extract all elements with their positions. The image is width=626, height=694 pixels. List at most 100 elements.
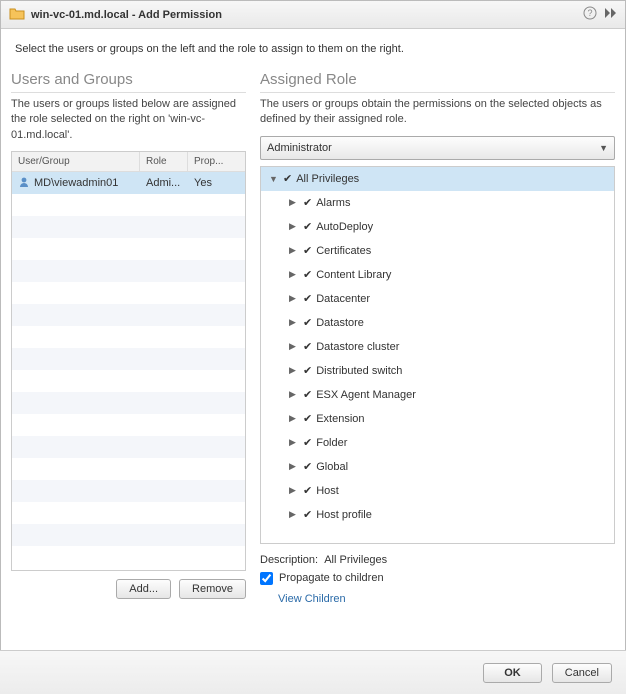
folder-icon [9, 6, 25, 23]
tree-item-label: Certificates [316, 245, 371, 257]
tree-item[interactable]: ▶✔ Folder [261, 431, 614, 455]
cell-role [140, 312, 188, 318]
users-groups-desc: The users or groups listed below are ass… [11, 97, 246, 143]
cell-role [140, 444, 188, 450]
forward-icon[interactable] [603, 6, 617, 23]
tree-item[interactable]: ▶✔ Certificates [261, 239, 614, 263]
cell-role [140, 422, 188, 428]
tree-item[interactable]: ▶✔ Datacenter [261, 287, 614, 311]
title-bar: win-vc-01.md.local - Add Permission ? [1, 1, 625, 29]
table-row[interactable] [12, 304, 245, 326]
table-row[interactable] [12, 546, 245, 568]
check-icon: ✔ [303, 508, 312, 521]
expand-icon: ▶ [289, 413, 299, 424]
table-row[interactable] [12, 326, 245, 348]
cancel-button[interactable]: Cancel [552, 663, 612, 683]
expand-icon: ▶ [289, 269, 299, 280]
ok-button[interactable]: OK [483, 663, 542, 683]
view-children-link[interactable]: View Children [278, 593, 346, 605]
cell-prop [188, 334, 245, 340]
assigned-role-desc: The users or groups obtain the permissio… [260, 97, 615, 128]
tree-item[interactable]: ▶ ✔ ESX Agent Manager [261, 383, 614, 407]
table-row[interactable] [12, 216, 245, 238]
cell-role [140, 378, 188, 384]
table-row[interactable] [12, 502, 245, 524]
description-value: All Privileges [324, 554, 387, 566]
expand-icon: ▶ [289, 389, 299, 400]
propagate-checkbox[interactable] [260, 572, 273, 585]
tree-item[interactable]: ▶✔ Distributed switch [261, 359, 614, 383]
expand-icon: ▶ [289, 341, 299, 352]
col-user-group[interactable]: User/Group [12, 152, 140, 171]
tree-item-label: ESX Agent Manager [316, 389, 416, 401]
cell-role [140, 488, 188, 494]
privileges-tree-body[interactable]: ▼✔ All Privileges▶✔ Alarms▶✔ AutoDeploy▶… [261, 167, 614, 543]
cell-prop [188, 356, 245, 362]
cell-role [140, 400, 188, 406]
cell-role [140, 202, 188, 208]
tree-item[interactable]: ▶✔ Alarms [261, 191, 614, 215]
table-row[interactable] [12, 524, 245, 546]
table-row[interactable] [12, 282, 245, 304]
table-row[interactable]: MD\viewadmin01Admi...Yes [12, 172, 245, 194]
cell-role [140, 334, 188, 340]
tree-item-label: Content Library [316, 269, 391, 281]
tree-item-label: Datastore cluster [316, 341, 399, 353]
tree-item[interactable]: ▶✔ Host [261, 479, 614, 503]
tree-root[interactable]: ▼✔ All Privileges [261, 167, 614, 191]
tree-item[interactable]: ▶✔ Global [261, 455, 614, 479]
role-dropdown[interactable]: Administrator ▼ [260, 136, 615, 160]
tree-item-label: Datacenter [316, 293, 370, 305]
expand-icon: ▶ [289, 221, 299, 232]
expand-icon: ▶ [289, 437, 299, 448]
cell-prop [188, 224, 245, 230]
check-icon: ✔ [303, 364, 312, 377]
table-row[interactable] [12, 392, 245, 414]
tree-item[interactable]: ▶✔ Datastore cluster [261, 335, 614, 359]
expand-icon: ▶ [289, 461, 299, 472]
cell-prop [188, 488, 245, 494]
user-icon [18, 176, 30, 191]
cell-role: Admi... [140, 174, 188, 192]
cell-prop [188, 246, 245, 252]
table-header: User/Group Role Prop... [12, 152, 245, 172]
cell-prop [188, 422, 245, 428]
tree-item-label: Distributed switch [316, 365, 402, 377]
tree-item-label: Host [316, 485, 339, 497]
cell-role [140, 246, 188, 252]
table-row[interactable] [12, 238, 245, 260]
check-icon: ✔ [283, 172, 292, 185]
users-table: User/Group Role Prop... MD\viewadmin01Ad… [11, 151, 246, 571]
table-row[interactable] [12, 348, 245, 370]
tree-item-label: Alarms [316, 197, 350, 209]
description-line: Description: All Privileges [260, 554, 615, 566]
col-role[interactable]: Role [140, 152, 188, 171]
check-icon: ✔ [303, 388, 312, 401]
tree-item[interactable]: ▶ ✔ Content Library [261, 263, 614, 287]
users-groups-heading: Users and Groups [11, 71, 246, 93]
cell-prop [188, 378, 245, 384]
privileges-tree: ▼✔ All Privileges▶✔ Alarms▶✔ AutoDeploy▶… [260, 166, 615, 544]
tree-item[interactable]: ▶✔ Datastore [261, 311, 614, 335]
table-row[interactable] [12, 370, 245, 392]
tree-item-label: Datastore [316, 317, 364, 329]
table-row[interactable] [12, 194, 245, 216]
tree-item-label: Extension [316, 413, 364, 425]
col-propagate[interactable]: Prop... [188, 152, 245, 171]
tree-root-label: All Privileges [296, 173, 359, 185]
cell-role [140, 554, 188, 560]
tree-item[interactable]: ▶✔ Extension [261, 407, 614, 431]
tree-item[interactable]: ▶✔ Host profile [261, 503, 614, 527]
cell-prop [188, 400, 245, 406]
tree-item[interactable]: ▶✔ AutoDeploy [261, 215, 614, 239]
table-row[interactable] [12, 414, 245, 436]
help-icon[interactable]: ? [583, 6, 597, 23]
cell-prop [188, 510, 245, 516]
table-row[interactable] [12, 458, 245, 480]
remove-button[interactable]: Remove [179, 579, 246, 599]
add-button[interactable]: Add... [116, 579, 171, 599]
table-row[interactable] [12, 480, 245, 502]
check-icon: ✔ [303, 268, 312, 281]
table-row[interactable] [12, 436, 245, 458]
table-row[interactable] [12, 260, 245, 282]
